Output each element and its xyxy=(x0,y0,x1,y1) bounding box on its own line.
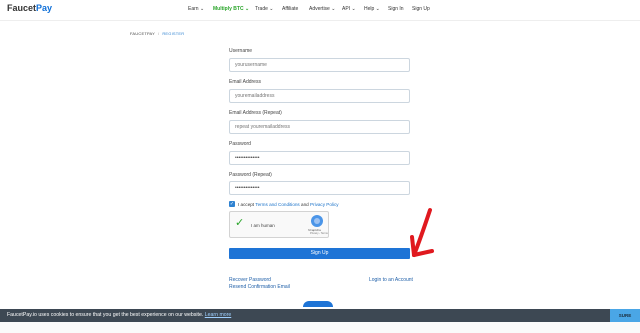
nav-trade[interactable]: Trade ⌄ xyxy=(255,6,273,12)
password-repeat-label: Password (Repeat) xyxy=(229,172,272,178)
nav-help[interactable]: Help ⌄ xyxy=(364,6,380,12)
nav-multiply-btc[interactable]: Multiply BTC ⌄ xyxy=(213,6,249,12)
breadcrumb-separator: / xyxy=(158,31,160,36)
red-arrow-annotation xyxy=(410,208,434,257)
captcha-label: I am human xyxy=(251,223,275,228)
email-label: Email Address xyxy=(229,79,261,85)
accept-prefix: I accept xyxy=(238,202,255,207)
logo-text-faucet: Faucet xyxy=(7,3,37,13)
breadcrumb: FAUCETPAY / REGISTER xyxy=(130,31,184,36)
cookie-accept-button[interactable]: SURE xyxy=(610,309,640,322)
accept-and: and xyxy=(301,202,309,207)
resend-confirmation-link[interactable]: Resend Confirmation Email xyxy=(229,284,290,290)
cookie-learn-more-link[interactable]: Learn more xyxy=(205,312,232,318)
captcha-privacy-terms[interactable]: Privacy - Terms xyxy=(310,232,328,235)
cookie-message: FaucetPay.io uses cookies to ensure that… xyxy=(7,312,204,318)
email-repeat-input[interactable] xyxy=(229,120,410,134)
cookie-banner: FaucetPay.io uses cookies to ensure that… xyxy=(0,309,640,322)
accept-terms-text: I accept Terms and Conditions and Privac… xyxy=(238,202,339,207)
sign-up-button[interactable]: Sign Up xyxy=(229,248,410,259)
password-input[interactable]: •••••••••••••• xyxy=(229,151,410,165)
faucetpay-logo[interactable]: FaucetPay xyxy=(7,3,52,13)
footer-logo-partial xyxy=(303,301,333,307)
breadcrumb-home[interactable]: FAUCETPAY xyxy=(130,31,155,36)
email-input[interactable] xyxy=(229,89,410,103)
breadcrumb-current: REGISTER xyxy=(162,31,185,36)
page-bottom-strip xyxy=(0,322,640,333)
hcaptcha-widget[interactable]: ✓ I am human hCaptcha Privacy - Terms xyxy=(229,211,329,238)
privacy-link[interactable]: Privacy Policy xyxy=(310,202,339,207)
accept-terms-checkbox[interactable]: ✓ xyxy=(229,201,235,207)
logo-text-pay: Pay xyxy=(36,3,53,13)
login-link[interactable]: Login to an Account xyxy=(369,277,413,283)
cookie-message-text: FaucetPay.io uses cookies to ensure that… xyxy=(7,312,231,318)
password-label: Password xyxy=(229,141,251,147)
nav-sign-in[interactable]: Sign In xyxy=(388,6,404,12)
username-input[interactable] xyxy=(229,58,410,72)
hcaptcha-logo-inner xyxy=(314,218,320,224)
username-label: Username xyxy=(229,48,253,54)
terms-link[interactable]: Terms and Conditions xyxy=(255,202,299,207)
nav-advertise[interactable]: Advertise ⌄ xyxy=(309,6,335,12)
nav-sign-up[interactable]: Sign Up xyxy=(412,6,430,12)
nav-affiliate[interactable]: Affiliate xyxy=(282,6,298,12)
email-repeat-label: Email Address (Repeat) xyxy=(229,110,282,116)
recover-password-link[interactable]: Recover Password xyxy=(229,277,271,283)
nav-earn[interactable]: Earn ⌄ xyxy=(188,6,204,12)
captcha-checkmark-icon: ✓ xyxy=(235,217,245,229)
top-navigation-bar: FaucetPay Earn ⌄ Multiply BTC ⌄ Trade ⌄ … xyxy=(0,0,640,21)
nav-api[interactable]: API ⌄ xyxy=(342,6,356,12)
password-repeat-input[interactable]: •••••••••••••• xyxy=(229,181,410,195)
